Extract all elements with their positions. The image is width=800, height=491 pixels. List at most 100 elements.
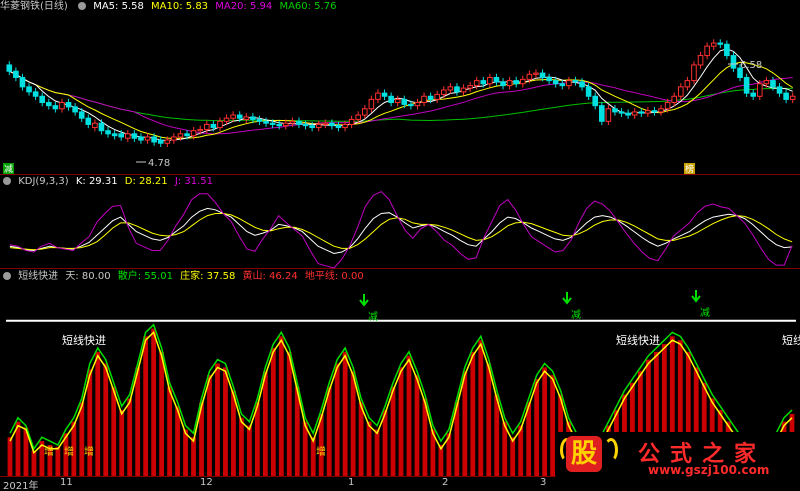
chart-window: 6.584.78减榜短线快进短线快进短线快进减减减增增增增 华菱钢铁(日线) M… — [0, 0, 800, 491]
candle-body — [500, 81, 506, 87]
candle-body — [329, 122, 335, 127]
kdj-j-value: J: 31.51 — [174, 176, 213, 187]
huangshan-bar — [414, 375, 420, 476]
tian-value: 天: 80.00 — [65, 271, 111, 282]
huangshan-bar — [382, 410, 388, 476]
kdj-header: KDJ(9,3,3) K: 29.31 D: 28.21 J: 31.51 — [0, 175, 217, 189]
candle-body — [618, 111, 625, 114]
candle-body — [59, 102, 65, 110]
candle-body — [467, 85, 473, 89]
short-title: 短线快进 — [18, 271, 59, 282]
huangshan-bar — [390, 386, 396, 476]
candle-body — [269, 122, 276, 125]
candle-body — [612, 108, 618, 113]
candle-body — [638, 111, 645, 114]
huangshan-bar — [31, 450, 37, 476]
x-label-12: 12 — [200, 477, 213, 488]
huangshan-bar — [262, 371, 268, 476]
candle-body — [776, 86, 783, 94]
huangshan-bar — [350, 371, 356, 476]
huangshan-bar — [494, 394, 500, 476]
candle-body — [598, 105, 605, 122]
candle-body — [710, 42, 717, 47]
huangshan-bar — [95, 351, 101, 476]
right-horn-icon — [604, 438, 618, 462]
huangshan-bar — [215, 363, 220, 476]
candle-body — [236, 114, 243, 119]
huangshan-bar — [542, 367, 548, 476]
kdj-gear-icon[interactable] — [3, 177, 11, 185]
huangshan-bar — [103, 363, 109, 476]
huangshan-bar — [334, 363, 340, 476]
candle-body — [348, 118, 355, 125]
candle-body — [421, 95, 427, 104]
candle-body — [177, 133, 184, 138]
candle-body — [92, 122, 98, 129]
huangshan-bar — [398, 367, 404, 476]
candle-body — [770, 80, 776, 88]
candle-body — [32, 91, 39, 97]
candle-body — [631, 111, 638, 116]
sell-signal-text: 减 — [368, 311, 378, 323]
candle-body — [276, 123, 283, 127]
sanhu-value: 散户: 55.01 — [117, 271, 173, 282]
settings-gear-icon[interactable] — [78, 2, 86, 10]
candle-body — [559, 83, 566, 87]
huangshan-bar — [510, 437, 516, 476]
candle-body — [651, 110, 658, 113]
candle-body — [124, 133, 131, 139]
candle-body — [302, 123, 309, 127]
candle-body — [414, 102, 421, 107]
kdj-d-value: D: 28.21 — [124, 176, 168, 187]
candle-body — [526, 73, 533, 80]
candle-body — [263, 120, 269, 124]
candle-body — [546, 76, 552, 82]
candle-body — [6, 64, 13, 72]
huangshan-bar — [462, 371, 468, 476]
candle-body — [506, 80, 513, 87]
candle-body — [519, 78, 526, 85]
low-price-label: 4.78 — [148, 158, 170, 169]
buy-signal-text: 增 — [64, 445, 74, 458]
candle-body — [408, 103, 414, 107]
short-label-3: 短线快进 — [782, 333, 800, 347]
huangshan-bar — [223, 367, 228, 476]
huangshan-bar — [286, 351, 292, 476]
candle-body — [572, 80, 579, 83]
candle-body — [440, 89, 447, 95]
huangshan-bar — [111, 386, 117, 476]
candle-body — [171, 136, 177, 141]
candle-body — [342, 123, 348, 129]
candle-body — [717, 42, 724, 45]
huangshan-bar — [127, 398, 133, 476]
candle-body — [434, 93, 441, 100]
huangshan-bar — [207, 375, 212, 476]
watermark-logo: 股 公式之家 www.gszj100.com — [556, 432, 800, 482]
candle-body — [256, 118, 263, 122]
candle-body — [394, 98, 401, 104]
huangshan-bar — [406, 355, 412, 476]
candle-body — [72, 106, 78, 113]
candle-body — [144, 136, 151, 141]
huangshan-bar — [167, 386, 172, 476]
ma5-value: MA5: 5.58 — [93, 1, 144, 12]
candle-body — [625, 112, 631, 116]
candle-body — [724, 43, 730, 57]
candle-body — [296, 120, 302, 125]
gu-logo-icon: 股 — [566, 436, 602, 472]
candle-body — [243, 116, 250, 120]
short-gear-icon[interactable] — [3, 272, 11, 280]
huangshan-bar — [550, 375, 556, 476]
candle-body — [282, 122, 289, 127]
huangshan-bar — [159, 351, 164, 476]
candle-body — [39, 95, 46, 104]
candle-body — [65, 102, 72, 108]
candle-body — [197, 128, 204, 132]
candle-body — [730, 55, 737, 69]
huangshan-bar — [270, 347, 276, 476]
ma5-line — [9, 48, 793, 142]
candle-body — [697, 55, 704, 66]
huangshan-bar — [79, 402, 85, 476]
candle-body — [309, 125, 315, 129]
candle-body — [592, 95, 599, 107]
